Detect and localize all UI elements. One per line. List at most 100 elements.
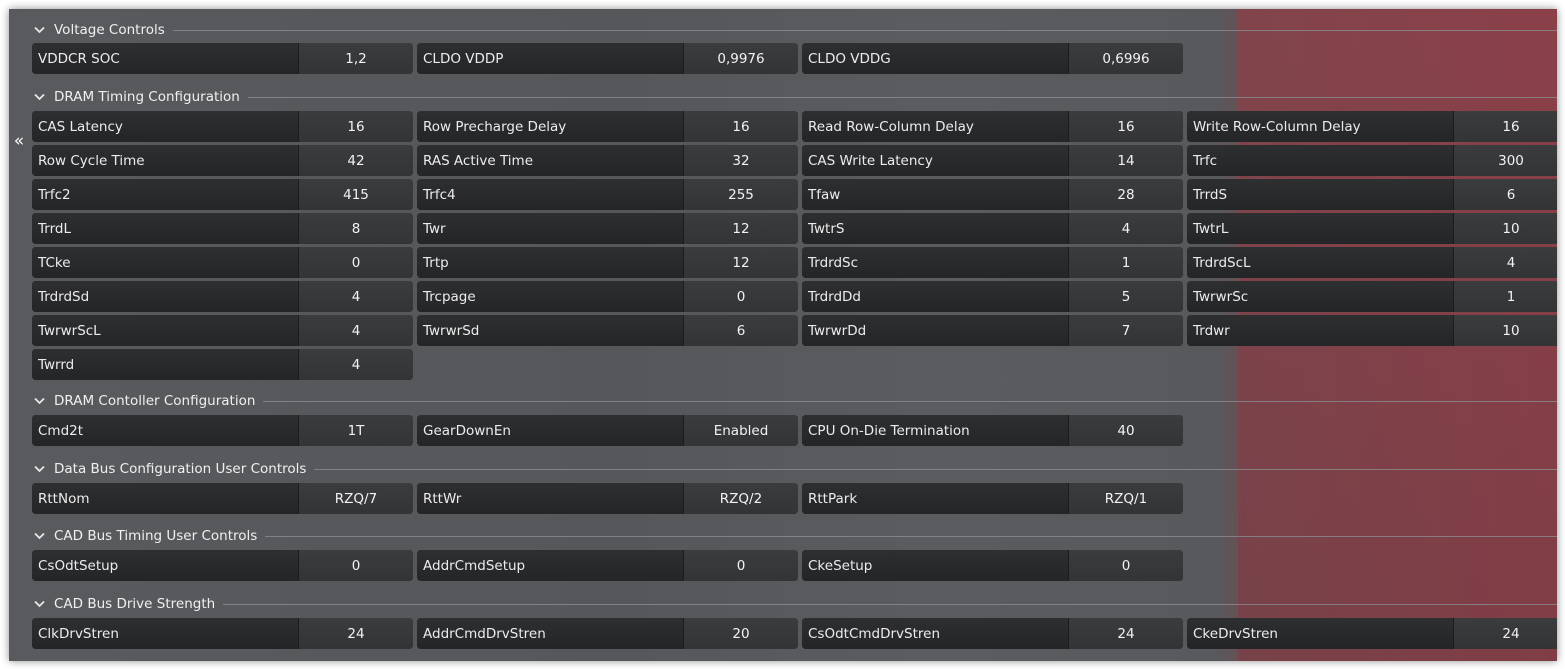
setting-value-input[interactable]: 4 <box>298 315 413 346</box>
setting-value-input[interactable]: 5 <box>1068 281 1183 312</box>
chevron-down-icon[interactable] <box>32 529 46 543</box>
setting-field: Row Cycle Time 42 <box>32 145 413 176</box>
setting-field: GearDownEn Enabled <box>417 415 798 446</box>
section-header-data-bus-configuration-user-controls[interactable]: Data Bus Configuration User Controls <box>32 458 1557 480</box>
setting-label: TwtrS <box>802 213 1068 244</box>
section-divider <box>263 400 1557 402</box>
setting-value-input[interactable]: 0 <box>683 550 798 581</box>
setting-value-input[interactable]: 6 <box>683 315 798 346</box>
section-divider <box>172 29 1557 31</box>
setting-field: TCke 0 <box>32 247 413 278</box>
setting-value-input[interactable]: 16 <box>683 111 798 142</box>
setting-value-input[interactable]: 14 <box>1068 145 1183 176</box>
setting-value-input[interactable]: 24 <box>298 618 413 649</box>
setting-value-input[interactable]: 32 <box>683 145 798 176</box>
setting-value-input[interactable]: 1T <box>298 415 413 446</box>
setting-value-input[interactable]: 7 <box>1068 315 1183 346</box>
setting-value-input[interactable]: 12 <box>683 213 798 244</box>
setting-label: TwrwrDd <box>802 315 1068 346</box>
setting-value-input[interactable]: 24 <box>1453 618 1557 649</box>
setting-value-input[interactable]: 10 <box>1453 315 1557 346</box>
setting-field: Trfc2 415 <box>32 179 413 210</box>
setting-value-input[interactable]: 300 <box>1453 145 1557 176</box>
setting-label: Trdwr <box>1187 315 1453 346</box>
setting-field: ClkDrvStren 24 <box>32 618 413 649</box>
setting-value-input[interactable]: 24 <box>1068 618 1183 649</box>
setting-value-input[interactable]: 6 <box>1453 179 1557 210</box>
setting-field: Cmd2t 1T <box>32 415 413 446</box>
field-grid: RttNom RZQ/7 RttWr RZQ/2 RttPark RZQ/1 <box>32 483 1557 514</box>
setting-value-input[interactable]: 0 <box>298 550 413 581</box>
section-divider <box>223 603 1557 605</box>
setting-label: RttNom <box>32 483 298 514</box>
setting-label: Row Cycle Time <box>32 145 298 176</box>
setting-value-input[interactable]: RZQ/7 <box>298 483 413 514</box>
setting-value-input[interactable]: 1,2 <box>298 43 413 74</box>
setting-field: RttWr RZQ/2 <box>417 483 798 514</box>
setting-value-input[interactable]: 42 <box>298 145 413 176</box>
setting-label: Trfc <box>1187 145 1453 176</box>
setting-field: Trdwr 10 <box>1187 315 1557 346</box>
setting-value-input[interactable]: 0 <box>298 247 413 278</box>
setting-value-input[interactable]: RZQ/1 <box>1068 483 1183 514</box>
setting-value-input[interactable]: 1 <box>1068 247 1183 278</box>
setting-value-input[interactable]: 255 <box>683 179 798 210</box>
chevron-down-icon[interactable] <box>32 462 46 476</box>
setting-field: AddrCmdDrvStren 20 <box>417 618 798 649</box>
setting-label: CPU On-Die Termination <box>802 415 1068 446</box>
setting-value-input[interactable]: 4 <box>1068 213 1183 244</box>
setting-value-input[interactable]: 4 <box>1453 247 1557 278</box>
chevron-down-icon[interactable] <box>32 23 46 37</box>
setting-value-input[interactable]: Enabled <box>683 415 798 446</box>
setting-value-input[interactable]: 1 <box>1453 281 1557 312</box>
setting-value-input[interactable]: 0 <box>683 281 798 312</box>
section-header-dram-contoller-configuration[interactable]: DRAM Contoller Configuration <box>32 390 1557 412</box>
setting-value-input[interactable]: 16 <box>298 111 413 142</box>
setting-label: ClkDrvStren <box>32 618 298 649</box>
setting-field: CsOdtSetup 0 <box>32 550 413 581</box>
setting-field: TrrdS 6 <box>1187 179 1557 210</box>
setting-value-input[interactable]: 8 <box>298 213 413 244</box>
setting-label: TrrdS <box>1187 179 1453 210</box>
setting-label: CLDO VDDG <box>802 43 1068 74</box>
setting-value-input[interactable]: 40 <box>1068 415 1183 446</box>
setting-field: Tfaw 28 <box>802 179 1183 210</box>
chevron-down-icon[interactable] <box>32 90 46 104</box>
field-grid: Cmd2t 1T GearDownEn Enabled CPU On-Die Termi… <box>32 415 1557 446</box>
setting-label: CsOdtSetup <box>32 550 298 581</box>
setting-value-input[interactable]: 10 <box>1453 213 1557 244</box>
setting-value-input[interactable]: 28 <box>1068 179 1183 210</box>
collapse-panel-icon[interactable]: « <box>11 130 27 152</box>
setting-field: CAS Latency 16 <box>32 111 413 142</box>
setting-field: Trfc4 255 <box>417 179 798 210</box>
chevron-down-icon[interactable] <box>32 597 46 611</box>
setting-value-input[interactable]: 415 <box>298 179 413 210</box>
section-header-cad-bus-drive-strength[interactable]: CAD Bus Drive Strength <box>32 593 1557 615</box>
section-title: DRAM Contoller Configuration <box>54 393 256 409</box>
setting-value-input[interactable]: 0 <box>1068 550 1183 581</box>
setting-field: Trfc 300 <box>1187 145 1557 176</box>
setting-value-input[interactable]: 4 <box>298 349 413 380</box>
setting-field: TrrdL 8 <box>32 213 413 244</box>
setting-label: CkeSetup <box>802 550 1068 581</box>
setting-field: TwrwrSc 1 <box>1187 281 1557 312</box>
setting-value-input[interactable]: 4 <box>298 281 413 312</box>
section-header-dram-timing-configuration[interactable]: DRAM Timing Configuration <box>32 86 1557 108</box>
setting-value-input[interactable]: 0,9976 <box>683 43 798 74</box>
setting-value-input[interactable]: 0,6996 <box>1068 43 1183 74</box>
section-title: DRAM Timing Configuration <box>54 89 240 105</box>
section-header-cad-bus-timing-user-controls[interactable]: CAD Bus Timing User Controls <box>32 525 1557 547</box>
setting-label: Twr <box>417 213 683 244</box>
section-header-voltage-controls[interactable]: Voltage Controls <box>32 19 1557 41</box>
chevron-down-icon[interactable] <box>32 394 46 408</box>
setting-label: TrdrdSc <box>802 247 1068 278</box>
setting-value-input[interactable]: 16 <box>1068 111 1183 142</box>
setting-value-input[interactable]: RZQ/2 <box>683 483 798 514</box>
setting-field: TrdrdSd 4 <box>32 281 413 312</box>
setting-value-input[interactable]: 16 <box>1453 111 1557 142</box>
setting-value-input[interactable]: 12 <box>683 247 798 278</box>
setting-label: GearDownEn <box>417 415 683 446</box>
setting-label: CAS Write Latency <box>802 145 1068 176</box>
setting-value-input[interactable]: 20 <box>683 618 798 649</box>
setting-field: CLDO VDDP 0,9976 <box>417 43 798 74</box>
